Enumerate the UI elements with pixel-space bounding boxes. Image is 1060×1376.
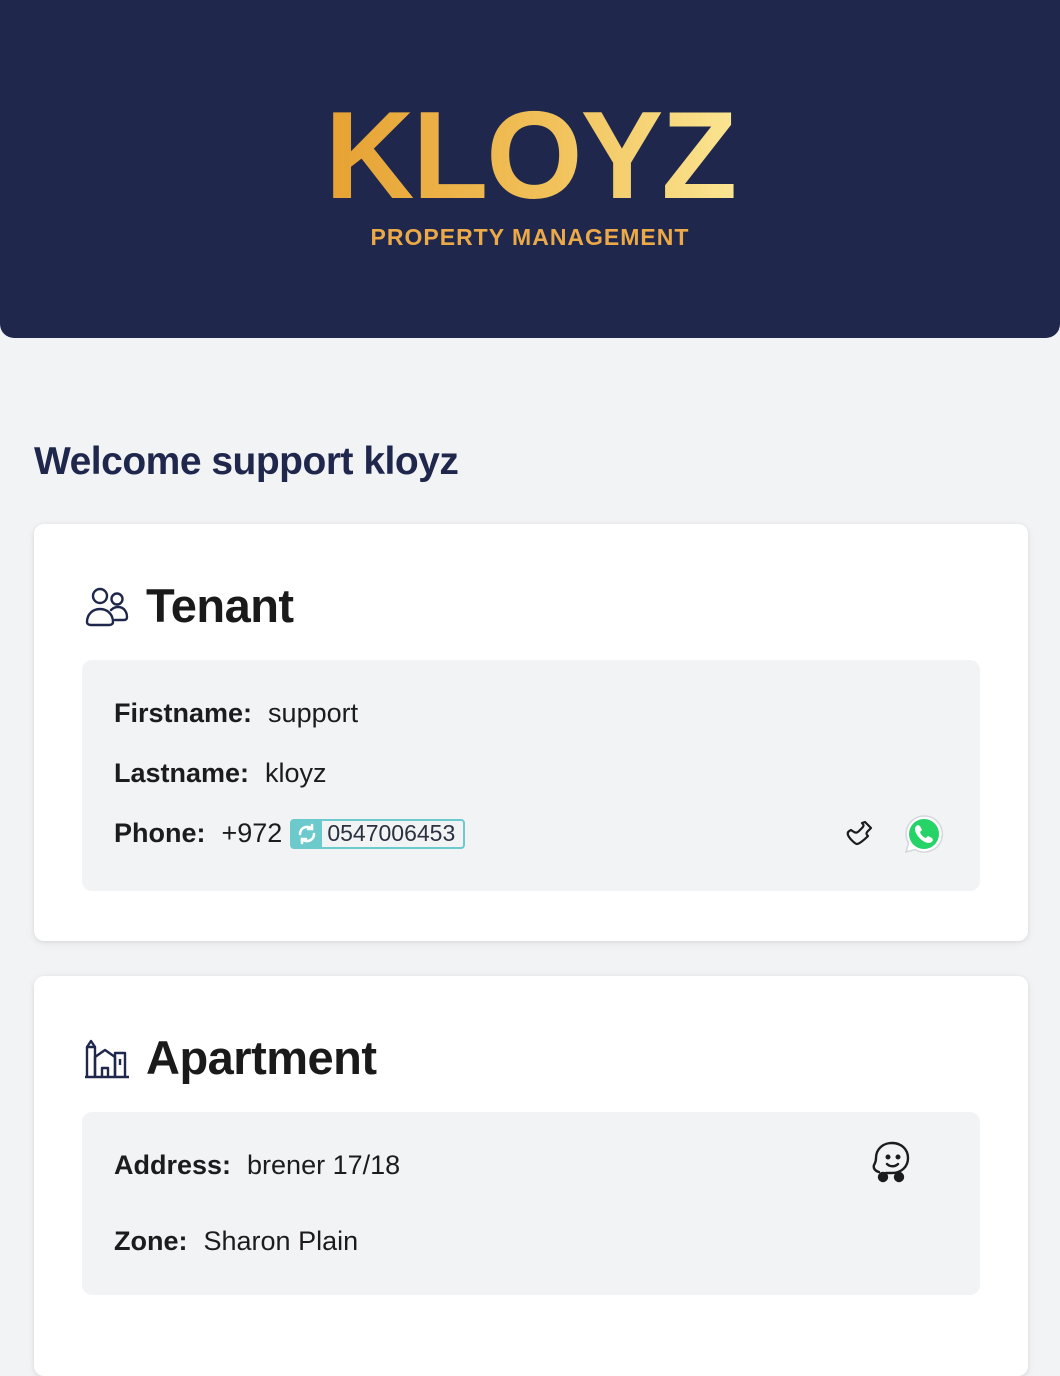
apartment-card: Apartment Address: brener 17/18 Zone: Sh… — [34, 976, 1028, 1376]
tenant-card: Tenant Firstname: support Lastname: kloy… — [34, 524, 1028, 941]
firstname-label: Firstname: — [114, 698, 253, 728]
zone-label: Zone: — [114, 1226, 188, 1256]
address-label: Address: — [114, 1150, 232, 1180]
zone-row: Zone: Sharon Plain — [114, 1226, 358, 1257]
waze-icon — [869, 1140, 917, 1191]
tenant-card-header: Tenant — [84, 578, 294, 633]
apartment-title: Apartment — [146, 1031, 377, 1084]
lastname-value: kloyz — [265, 758, 327, 788]
building-icon — [84, 1035, 130, 1081]
phone-label: Phone: — [114, 818, 206, 848]
brand-tagline: PROPERTY MANAGEMENT — [370, 224, 690, 250]
phone-icon — [845, 819, 875, 854]
brand-logo[interactable]: KLOYZ — [325, 94, 737, 218]
address-value: brener 17/18 — [247, 1150, 401, 1180]
apartment-details: Address: brener 17/18 Zone: Sharon Plain — [82, 1112, 980, 1295]
firstname-row: Firstname: support — [114, 698, 358, 729]
app-header: KLOYZ PROPERTY MANAGEMENT — [0, 0, 1060, 338]
whatsapp-button[interactable] — [902, 814, 946, 858]
phone-number-link[interactable]: 0547006453 — [290, 818, 466, 849]
phone-row: Phone: +972 0547006453 — [114, 818, 466, 849]
lastname-label: Lastname: — [114, 758, 250, 788]
whatsapp-icon — [903, 813, 945, 860]
phone-prefix: +972 — [221, 818, 283, 848]
phone-number: 0547006453 — [327, 820, 456, 846]
address-row: Address: brener 17/18 — [114, 1150, 400, 1181]
sync-icon — [292, 819, 323, 848]
lastname-row: Lastname: kloyz — [114, 758, 327, 789]
users-icon — [84, 583, 130, 629]
firstname-value: support — [268, 698, 359, 728]
welcome-heading: Welcome support kloyz — [34, 440, 459, 483]
tenant-title: Tenant — [146, 579, 294, 632]
navigate-button[interactable] — [868, 1140, 918, 1190]
apartment-card-header: Apartment — [84, 1030, 377, 1085]
tenant-details: Firstname: support Lastname: kloyz Phone… — [82, 660, 980, 891]
call-button[interactable] — [842, 818, 878, 854]
zone-value: Sharon Plain — [203, 1226, 359, 1256]
